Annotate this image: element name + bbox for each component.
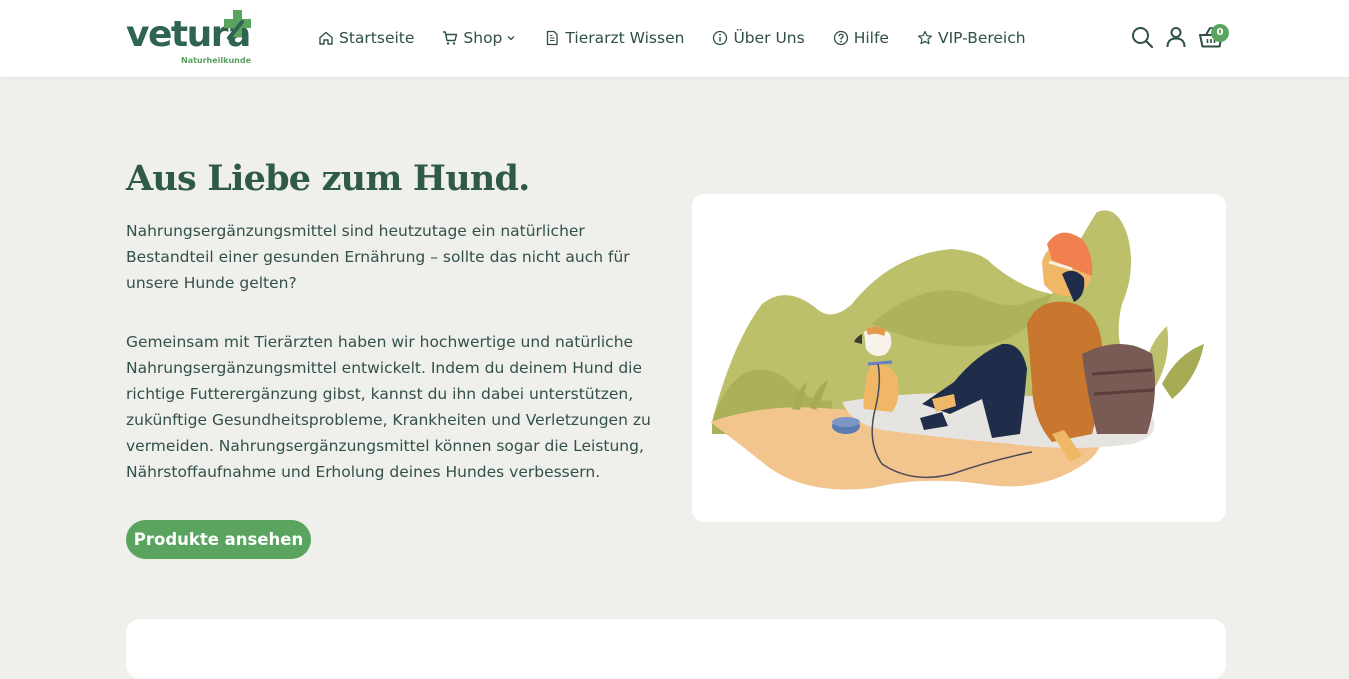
nav-label-hilfe: Hilfe xyxy=(853,29,889,47)
nav-label-ueber-uns: Über Uns xyxy=(733,29,805,47)
search-icon[interactable] xyxy=(1130,25,1154,49)
logo-cross-icon xyxy=(224,10,251,40)
nav-item-shop[interactable]: Shop xyxy=(442,29,516,47)
nav-label-shop: Shop xyxy=(463,29,503,47)
description-paragraph: Gemeinsam mit Tierärzten haben wir hochw… xyxy=(126,333,651,481)
nav-item-vip-bereich[interactable]: VIP-Bereich xyxy=(917,29,1026,47)
vetura-logo[interactable]: vetura Naturheilkunde xyxy=(126,8,258,68)
site-header: vetura Naturheilkunde Startseite Shop Ti… xyxy=(0,0,1349,78)
logo-tagline: Naturheilkunde xyxy=(181,56,252,65)
feature-section-card xyxy=(126,619,1226,679)
star-icon xyxy=(917,30,932,45)
intro-paragraph: Nahrungsergänzungsmittel sind heutzutage… xyxy=(126,222,630,292)
nav-item-startseite[interactable]: Startseite xyxy=(318,29,414,47)
hiker-with-dog-illustration xyxy=(710,210,1204,490)
document-icon xyxy=(547,30,559,46)
nav-label-tierarzt-wissen: Tierarzt Wissen xyxy=(565,29,685,47)
user-icon[interactable] xyxy=(1164,25,1188,49)
info-icon xyxy=(713,30,728,46)
chevron-down-icon xyxy=(507,36,515,41)
nav-label-startseite: Startseite xyxy=(339,29,415,47)
cart-icon xyxy=(443,31,458,45)
nav-item-tierarzt-wissen[interactable]: Tierarzt Wissen xyxy=(544,29,684,47)
nav-item-hilfe[interactable]: Hilfe xyxy=(833,29,889,47)
main-navigation: Startseite Shop Tierarzt Wissen Über Uns… xyxy=(318,26,1054,50)
hero-illustration-card xyxy=(692,194,1226,522)
nav-item-ueber-uns[interactable]: Über Uns xyxy=(712,29,805,47)
nav-label-vip-bereich: VIP-Bereich xyxy=(937,29,1026,47)
help-icon xyxy=(833,30,848,46)
page-title: Aus Liebe zum Hund. xyxy=(126,158,530,199)
view-products-button[interactable]: Produkte ansehen xyxy=(126,520,311,559)
home-icon xyxy=(319,31,333,45)
cart-count-badge: 0 xyxy=(1211,24,1229,42)
